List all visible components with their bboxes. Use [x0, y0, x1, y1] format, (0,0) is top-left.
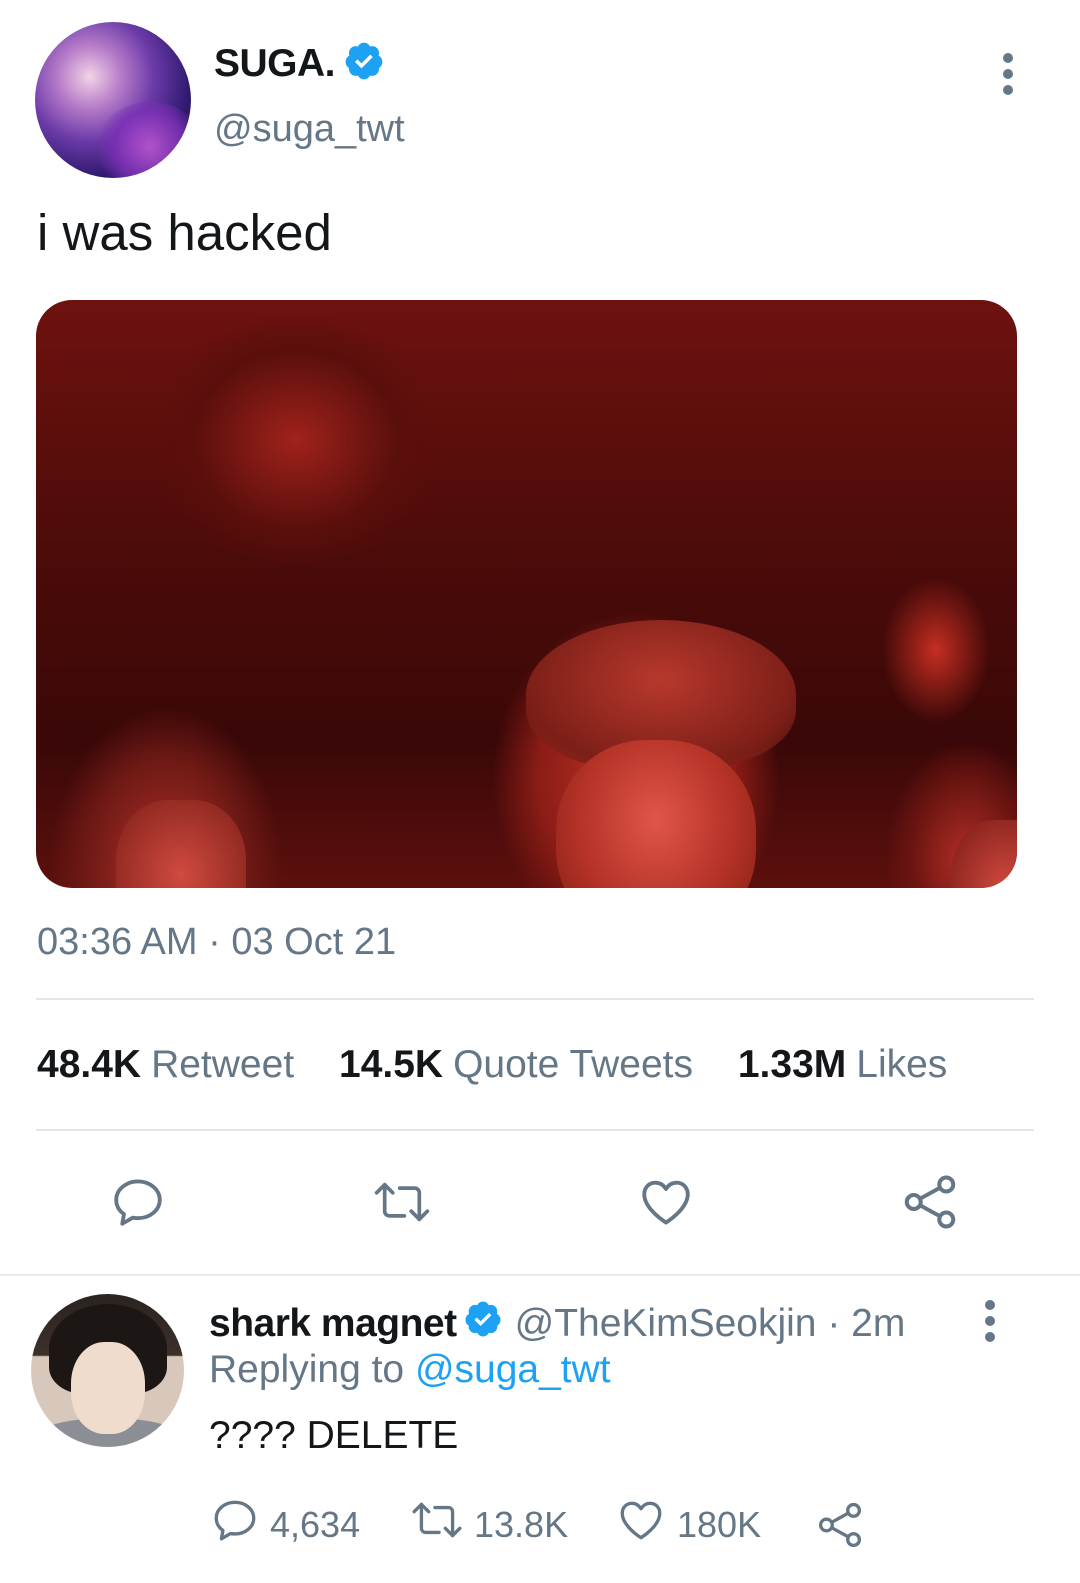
- retweet-label: Retweet: [151, 1043, 295, 1086]
- media-figure-face: [556, 740, 756, 888]
- thread-separator: [0, 1274, 1080, 1276]
- tweet-text: i was hacked: [37, 204, 332, 261]
- quote-tweets-label: Quote Tweets: [453, 1043, 694, 1086]
- reply-action-bar: 4,634 13.8K 180K: [210, 1495, 875, 1554]
- reply-text: ???? DELETE: [209, 1414, 459, 1457]
- avatar-face: [71, 1342, 145, 1434]
- like-count: 180K: [677, 1503, 762, 1545]
- tweet-stats: 48.4K Retweet 14.5K Quote Tweets 1.33M Like…: [37, 1043, 947, 1087]
- more-vertical-icon[interactable]: [990, 52, 1026, 96]
- reply-author-avatar[interactable]: [31, 1294, 184, 1447]
- reply-count: 4,634: [270, 1503, 361, 1545]
- retweet-icon[interactable]: [372, 1172, 432, 1232]
- reply-icon[interactable]: [108, 1172, 168, 1232]
- verified-badge-icon: [343, 40, 385, 87]
- media-figure-hand-right: [951, 820, 1017, 888]
- quote-tweets-count: 14.5K: [339, 1043, 444, 1086]
- tweet-detail-page: SUGA. @suga_twt i was hacked 03:36 AM · …: [0, 0, 1080, 1583]
- media-figure-hand-left: [116, 800, 246, 888]
- tweet-timestamp[interactable]: 03:36 AM · 03 Oct 21: [37, 921, 396, 964]
- author-name-row: SUGA.: [214, 40, 385, 87]
- replying-to-mention[interactable]: @suga_twt: [415, 1348, 611, 1391]
- tweet-media-image[interactable]: [36, 300, 1017, 888]
- quote-tweets-stat[interactable]: 14.5K Quote Tweets: [339, 1043, 693, 1086]
- more-vertical-icon[interactable]: [972, 1299, 1008, 1343]
- reply-author-display-name[interactable]: shark magnet: [209, 1302, 457, 1346]
- reply-icon: [210, 1495, 270, 1554]
- author-display-name[interactable]: SUGA.: [214, 42, 336, 86]
- retweet-icon: [410, 1495, 474, 1554]
- retweet-count: 48.4K: [37, 1043, 142, 1086]
- reply-like-action[interactable]: 180K: [615, 1495, 815, 1554]
- avatar-image-glow: [95, 102, 191, 178]
- heart-icon[interactable]: [636, 1172, 696, 1232]
- share-icon[interactable]: [815, 1500, 875, 1550]
- likes-stat[interactable]: 1.33M Likes: [738, 1043, 947, 1086]
- retweet-count: 13.8K: [474, 1503, 569, 1545]
- heart-icon: [615, 1495, 677, 1554]
- likes-label: Likes: [856, 1043, 948, 1086]
- author-avatar[interactable]: [35, 22, 191, 178]
- reply-author-handle-and-time[interactable]: @TheKimSeokjin · 2m: [515, 1302, 906, 1346]
- likes-count: 1.33M: [737, 1043, 847, 1086]
- share-icon[interactable]: [900, 1172, 960, 1232]
- reply-header: shark magnet @TheKimSeokjin · 2m: [209, 1299, 905, 1349]
- replying-to-line: Replying to @suga_twt: [209, 1348, 611, 1392]
- retweet-stat[interactable]: 48.4K Retweet: [37, 1043, 294, 1086]
- divider: [36, 1129, 1034, 1131]
- divider: [36, 998, 1034, 1000]
- reply-reply-action[interactable]: 4,634: [210, 1495, 410, 1554]
- verified-badge-icon: [463, 1299, 503, 1349]
- author-handle[interactable]: @suga_twt: [214, 108, 405, 151]
- replying-to-prefix: Replying to: [209, 1348, 415, 1391]
- reply-retweet-action[interactable]: 13.8K: [410, 1495, 615, 1554]
